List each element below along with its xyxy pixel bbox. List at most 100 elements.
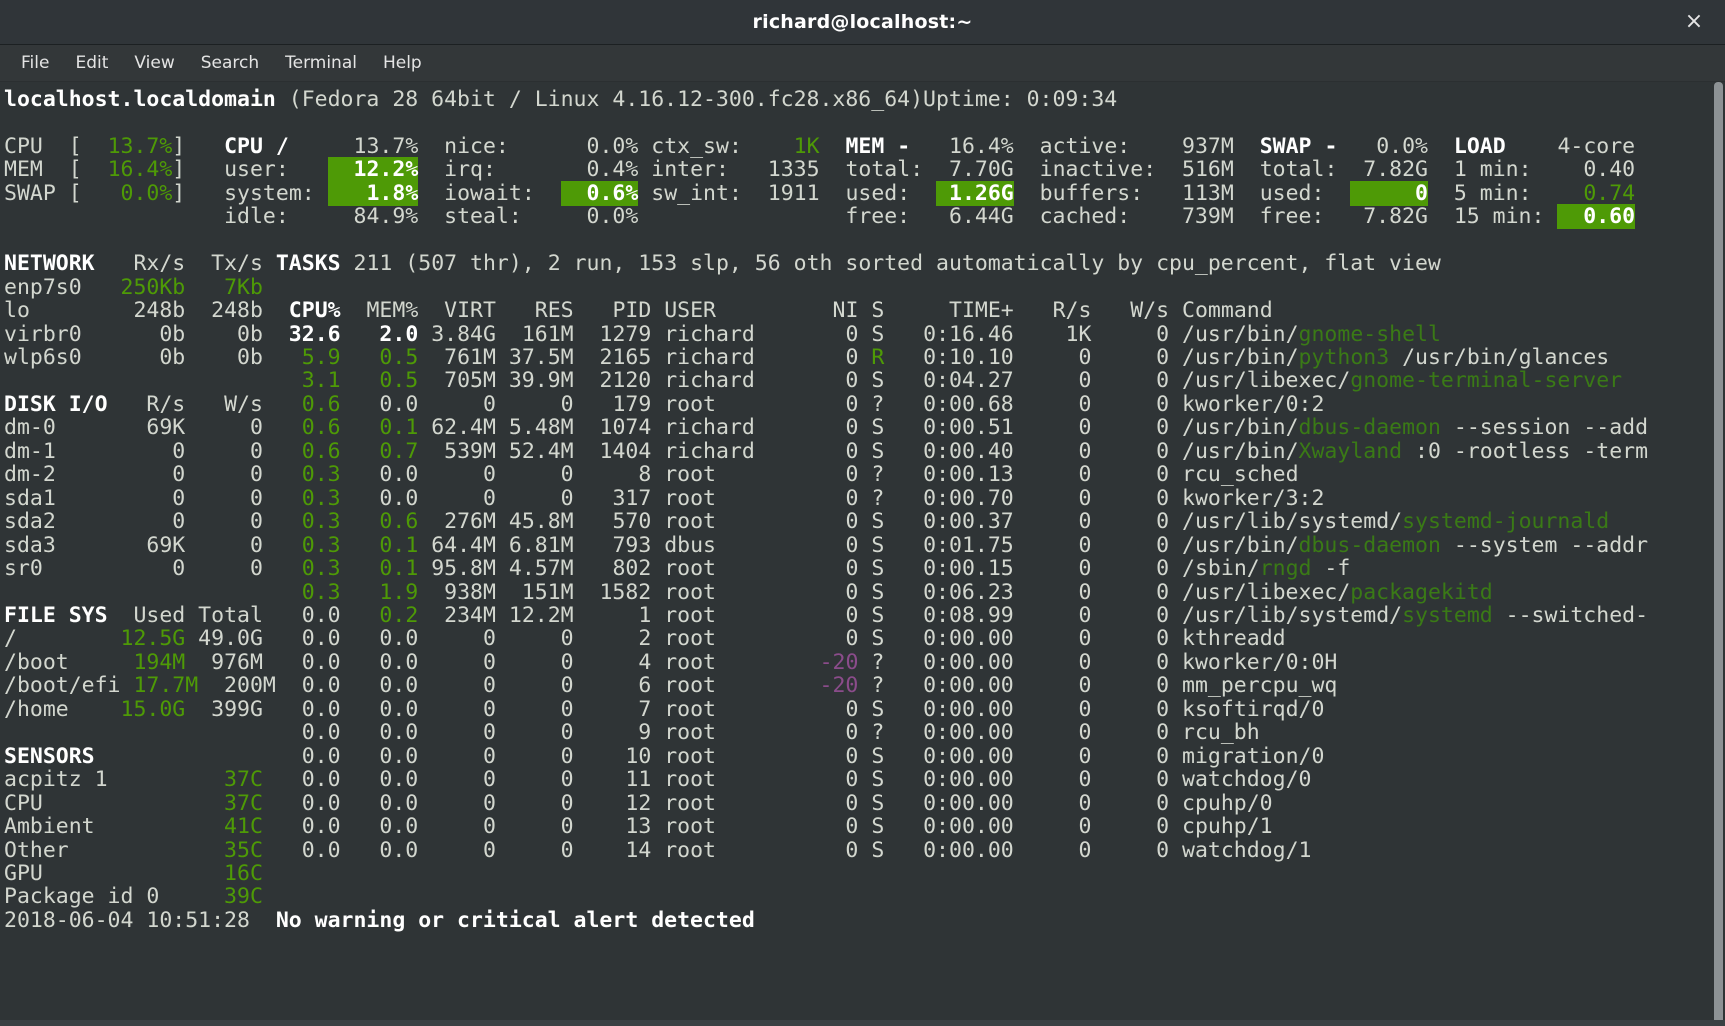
ptable-ws-8: 0	[1091, 509, 1170, 535]
terminal-content[interactable]: localhost.localdomain (Fedora 28 64bit /…	[0, 82, 1725, 1026]
ptable-s-11: S	[858, 579, 885, 605]
ptable-mem-20: 0.0	[340, 790, 419, 816]
ptable-mem-14: 0.0	[340, 649, 419, 675]
ptable-cmdprefix-17: rcu_bh	[1169, 720, 1260, 746]
sensors-value-2: 41C	[185, 814, 263, 840]
ptable-header-ws: W/s	[1091, 298, 1170, 324]
ptable-cmdsuffix-12: --switched-	[1492, 602, 1649, 628]
filesys-total-2: 200M	[198, 673, 276, 699]
mem2-label-2: buffers:	[1039, 180, 1170, 206]
menu-item-help[interactable]: Help	[370, 51, 435, 75]
ptable-header-cpu: CPU%	[275, 298, 341, 324]
sensors-row-4: GPU	[4, 860, 186, 886]
ptable-cpu-20: 0.0	[275, 790, 341, 816]
ptable-rs-17: 0	[1013, 720, 1092, 746]
ptable-virt-1: 761M	[418, 344, 496, 370]
ptable-ni-5: 0	[819, 438, 859, 464]
filesys-used-1: 194M	[107, 649, 186, 675]
cpu3-value-1: 1335	[754, 157, 820, 183]
ptable-pid-10: 802	[573, 556, 652, 582]
ptable-res-10: 4.57M	[495, 556, 574, 582]
ptable-virt-22: 0	[418, 837, 496, 863]
sensors-row-5: Package id 0	[4, 884, 186, 910]
status-message: No warning or critical alert detected	[275, 907, 755, 933]
uptime: Uptime: 0:09:34	[923, 87, 1118, 112]
ptable-rs-10: 0	[1013, 556, 1092, 582]
sensors-title: SENSORS	[4, 743, 263, 769]
ptable-user-15: root	[651, 673, 820, 699]
menu-item-search[interactable]: Search	[188, 51, 272, 75]
ptable-s-8: S	[858, 509, 885, 535]
cpu-row-label-3: idle:	[224, 204, 328, 230]
ptable-pid-4: 1074	[573, 415, 652, 441]
network-rx-3: 0b	[107, 344, 186, 370]
ptable-time-17: 0:00.00	[884, 720, 1014, 746]
load-cores-value: 4-core	[1557, 133, 1636, 159]
ptable-user-21: root	[651, 814, 820, 840]
ptable-time-10: 0:00.15	[884, 556, 1014, 582]
ptable-user-10: root	[651, 556, 820, 582]
ptable-ws-3: 0	[1091, 391, 1170, 417]
ptable-cmdprefix-18: migration/0	[1169, 743, 1325, 769]
load-row-value-1: 0.40	[1557, 157, 1636, 183]
menu-item-view[interactable]: View	[121, 51, 187, 75]
filesys-used-3: 15.0G	[107, 696, 186, 722]
mem2-label-3: cached:	[1039, 204, 1170, 230]
ptable-cpu-0: 32.6	[275, 321, 341, 347]
ptable-user-16: root	[651, 696, 820, 722]
ptable-cmdprefix-21: cpuhp/1	[1169, 814, 1273, 840]
glances-screen: localhost.localdomain (Fedora 28 64bit /…	[4, 88, 1725, 932]
network-rx-header: Rx/s	[107, 251, 186, 277]
menu-item-edit[interactable]: Edit	[62, 51, 121, 75]
ptable-ni-15: -20	[819, 673, 859, 699]
ptable-cmdname-4: dbus-daemon	[1298, 415, 1441, 441]
quicklook-bracket: ]	[172, 133, 186, 159]
ptable-pid-9: 793	[573, 532, 652, 558]
ptable-ws-5: 0	[1091, 438, 1170, 464]
ptable-mem-18: 0.0	[340, 743, 419, 769]
menu-item-terminal[interactable]: Terminal	[272, 51, 370, 75]
ptable-user-14: root	[651, 649, 820, 675]
ptable-user-19: root	[651, 767, 820, 793]
network-row-1: lo	[4, 298, 108, 324]
ptable-ws-16: 0	[1091, 696, 1170, 722]
diskio-row-0: dm-0	[4, 415, 108, 441]
ptable-cpu-17: 0.0	[275, 720, 341, 746]
mem2-value-1: 516M	[1169, 157, 1234, 183]
ptable-mem-22: 0.0	[340, 837, 419, 863]
scrollbar-thumb[interactable]	[1714, 82, 1723, 1026]
diskio-w-0: 0	[185, 415, 263, 441]
ptable-ni-17: 0	[819, 720, 859, 746]
sensors-value-0: 37C	[185, 767, 263, 793]
close-icon[interactable]: ×	[1679, 7, 1709, 37]
ptable-ws-2: 0	[1091, 368, 1170, 394]
ptable-pid-1: 2165	[573, 344, 652, 370]
cpu2-label-1: irq:	[444, 157, 561, 183]
swap-row-label-2: used:	[1259, 180, 1351, 206]
ptable-user-7: root	[651, 485, 820, 511]
swap-title: SWAP -	[1259, 133, 1351, 159]
ptable-res-4: 5.48M	[495, 415, 574, 441]
window-bottom-edge	[0, 1020, 1725, 1026]
quicklook-label-1: MEM	[4, 157, 69, 183]
ptable-ws-0: 0	[1091, 321, 1170, 347]
ptable-rs-7: 0	[1013, 485, 1092, 511]
quicklook-bracket: [	[68, 180, 82, 206]
terminal-scrollbar[interactable]	[1712, 82, 1725, 1026]
tasks-summary: 211 (507 thr), 2 run, 153 slp, 56 oth so…	[353, 251, 1441, 277]
swap-row-value-1: 7.82G	[1350, 157, 1428, 183]
ptable-ws-19: 0	[1091, 767, 1170, 793]
ptable-mem-2: 0.5	[340, 368, 419, 394]
ptable-virt-4: 62.4M	[418, 415, 496, 441]
ptable-res-9: 6.81M	[495, 532, 574, 558]
ptable-rs-11: 0	[1013, 579, 1092, 605]
diskio-w-4: 0	[185, 509, 263, 535]
ptable-rs-15: 0	[1013, 673, 1092, 699]
ptable-header-virt: VIRT	[418, 298, 496, 324]
cpu2-value-1: 0.4%	[560, 157, 639, 183]
ptable-cpu-12: 0.0	[275, 602, 341, 628]
ptable-rs-22: 0	[1013, 837, 1092, 863]
ptable-res-2: 39.9M	[495, 368, 574, 394]
menu-item-file[interactable]: File	[8, 51, 62, 75]
ptable-ni-3: 0	[819, 391, 859, 417]
